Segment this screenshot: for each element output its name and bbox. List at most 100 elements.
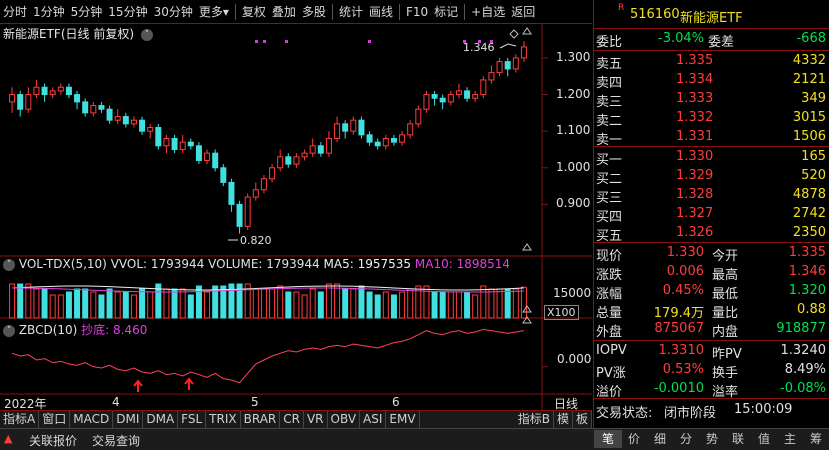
toolbar-item-11[interactable]: F10 bbox=[403, 0, 431, 24]
asks-row[interactable]: 卖三 1.333 349 bbox=[594, 90, 829, 110]
asks-label: 卖二 bbox=[596, 114, 623, 129]
period-toolbar: 分时 1分钟 5分钟 15分钟 30分钟 更多▾ 复权 叠加 多股 统计 画线 F10 标记 +自选 返回 bbox=[0, 0, 592, 24]
toolbar-item-10[interactable]: 画线 bbox=[366, 0, 396, 24]
asks-row[interactable]: 卖一 1.331 1506 bbox=[594, 128, 829, 148]
indicator-tab-8[interactable]: CR bbox=[280, 411, 304, 428]
volume-bar bbox=[342, 288, 349, 319]
bids-row[interactable]: 买二 1.329 520 bbox=[594, 167, 829, 187]
toolbar-item-14[interactable]: 返回 bbox=[508, 0, 538, 24]
toolbar-item-2[interactable]: 5分钟 bbox=[68, 0, 106, 24]
bids-label: 买四 bbox=[596, 210, 623, 225]
indicator-tab-4[interactable]: DMA bbox=[143, 411, 179, 428]
toolbar-item-7[interactable]: 叠加 bbox=[269, 0, 299, 24]
right-tab-0[interactable]: 笔 bbox=[594, 430, 622, 448]
toolbar-item-9[interactable]: 统计 bbox=[336, 0, 366, 24]
bids-price: 1.327 bbox=[676, 206, 714, 221]
candle-body bbox=[480, 79, 487, 96]
toolbar-item-8[interactable]: 多股 bbox=[299, 0, 329, 24]
candle-body bbox=[277, 156, 284, 169]
bids-row[interactable]: 买三 1.328 4878 bbox=[594, 186, 829, 206]
toolbar-item-0[interactable]: 分时 bbox=[0, 0, 30, 24]
kline-chart[interactable] bbox=[0, 24, 592, 410]
toolbar-item-6[interactable]: 复权 bbox=[239, 0, 269, 24]
right-tab-1[interactable]: 价 bbox=[620, 430, 648, 448]
extra-value: -0.0010 bbox=[653, 381, 704, 396]
volume-bar bbox=[74, 288, 81, 319]
asks-row[interactable]: 卖二 1.332 3015 bbox=[594, 109, 829, 129]
volume-bar bbox=[277, 285, 284, 319]
indicator-tabs: 指标A 窗口 MACD DMI DMA FSL TRIX BRAR CR VR OBV ASI EMV 指… bbox=[0, 410, 592, 428]
date-month-6: 6 bbox=[392, 395, 400, 409]
candle-body bbox=[74, 94, 81, 103]
indicator-tab-5[interactable]: FSL bbox=[178, 411, 207, 428]
bids-row[interactable]: 买四 1.327 2742 bbox=[594, 205, 829, 225]
extra-label: PV涨 bbox=[596, 366, 626, 381]
bids-price: 1.329 bbox=[676, 168, 714, 183]
stats-value: 0.45% bbox=[662, 283, 704, 298]
volume-bar bbox=[82, 288, 89, 319]
candle-body bbox=[488, 72, 495, 81]
indicator-tab-right-2[interactable]: 板 bbox=[573, 411, 592, 428]
indicator-tab-3[interactable]: DMI bbox=[113, 411, 144, 428]
chevron-down-icon[interactable]: ˅ bbox=[3, 258, 15, 271]
candle-body bbox=[82, 101, 89, 114]
stats-row: 现价 1.330 今开 1.335 bbox=[594, 244, 829, 264]
toolbar-separator bbox=[398, 3, 400, 20]
candle-body bbox=[57, 86, 64, 92]
triangle-icon bbox=[522, 27, 532, 35]
toolbar-item-5[interactable]: 更多▾ bbox=[196, 0, 232, 24]
right-tab-6[interactable]: 值 bbox=[750, 430, 778, 448]
stats-row: 总量 179.4万 量比 0.88 bbox=[594, 301, 829, 321]
bids-row[interactable]: 买五 1.326 2350 bbox=[594, 224, 829, 244]
asks-row[interactable]: 卖五 1.335 4332 bbox=[594, 52, 829, 72]
bids-row[interactable]: 买一 1.330 165 bbox=[594, 148, 829, 168]
right-tab-3[interactable]: 分 bbox=[672, 430, 700, 448]
chevron-down-icon[interactable]: ˅ bbox=[140, 28, 153, 41]
toolbar-item-12[interactable]: 标记 bbox=[431, 0, 461, 24]
chart-mode: (日线 前复权) bbox=[60, 27, 135, 41]
candle-body bbox=[212, 152, 219, 169]
candle-body bbox=[155, 127, 162, 147]
volume-bar bbox=[260, 288, 267, 319]
candle-body bbox=[423, 94, 430, 110]
indicator-tab-10[interactable]: OBV bbox=[328, 411, 361, 428]
indicator-tab-right-0[interactable]: 指标B bbox=[515, 411, 554, 428]
indicator-tab-12[interactable]: EMV bbox=[386, 411, 420, 428]
toolbar-item-13[interactable]: +自选 bbox=[468, 0, 508, 24]
right-tab-2[interactable]: 细 bbox=[646, 430, 674, 448]
toolbar-item-3[interactable]: 15分钟 bbox=[105, 0, 150, 24]
right-tab-5[interactable]: 联 bbox=[724, 430, 752, 448]
toolbar-item-1[interactable]: 1分钟 bbox=[30, 0, 68, 24]
indicator-tab-9[interactable]: VR bbox=[304, 411, 328, 428]
volume-bar bbox=[464, 291, 471, 319]
asks-row[interactable]: 卖四 1.334 2121 bbox=[594, 71, 829, 91]
volume-bar bbox=[147, 291, 154, 319]
indicator-tab-2[interactable]: MACD bbox=[70, 411, 114, 428]
volume-bar bbox=[65, 291, 72, 319]
stats-label: 外盘 bbox=[596, 325, 623, 340]
indicator-tab-7[interactable]: BRAR bbox=[241, 411, 281, 428]
indicator-tab-right-1[interactable]: 模 bbox=[554, 411, 573, 428]
volume-bar bbox=[293, 291, 300, 319]
right-tab-4[interactable]: 势 bbox=[698, 430, 726, 448]
asks-volume: 3015 bbox=[792, 110, 826, 125]
trade-time: 15:00:09 bbox=[734, 402, 793, 417]
bids-volume: 2350 bbox=[792, 225, 826, 240]
indicator-tab-11[interactable]: ASI bbox=[360, 411, 387, 428]
indicator-tab-0[interactable]: 指标A bbox=[0, 411, 40, 428]
trade-status: 闭市阶段 bbox=[664, 406, 717, 421]
indicator-tab-1[interactable]: 窗口 bbox=[39, 411, 71, 428]
volume-bar bbox=[334, 283, 341, 319]
toolbar-item-4[interactable]: 30分钟 bbox=[151, 0, 196, 24]
weibi-label: 委比 bbox=[596, 35, 623, 50]
volume-unit: X100 bbox=[544, 305, 579, 320]
indicator-tab-6[interactable]: TRIX bbox=[206, 411, 241, 428]
right-tab-8[interactable]: 筹 bbox=[802, 430, 829, 448]
triangle-icon bbox=[522, 243, 532, 251]
candle-body bbox=[65, 86, 72, 96]
right-tab-7[interactable]: 主 bbox=[776, 430, 804, 448]
trade-query-link[interactable]: 交易查询 bbox=[92, 432, 140, 449]
related-quote-link[interactable]: 关联报价 bbox=[29, 432, 77, 449]
chevron-down-icon[interactable]: ˅ bbox=[3, 324, 15, 337]
stats-row: 涨跌 0.006 最高 1.346 bbox=[594, 263, 829, 283]
